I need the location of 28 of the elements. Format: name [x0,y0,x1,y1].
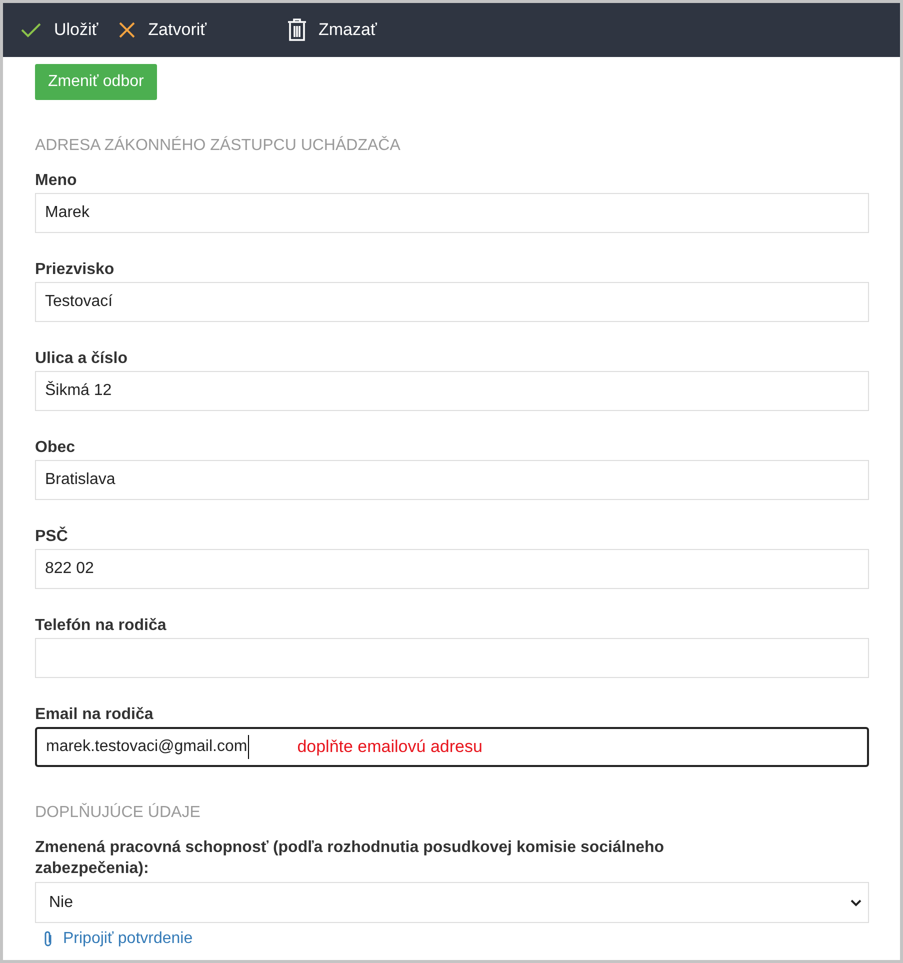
paperclip-icon [43,930,53,948]
input-field[interactable]: Šikmá 12 [35,371,869,411]
close-button[interactable]: Zatvoriť [116,13,209,47]
field-label: Obec [35,438,76,458]
trash-icon [286,18,307,42]
field-label: PSČ [35,526,69,547]
attach-link[interactable]: Pripojiť potvrdenie [43,928,193,950]
field-label: Telefón na rodiča [35,616,168,636]
section-heading: ADRESA ZÁKONNÉHO ZÁSTUPCU UCHÁDZAČA [35,135,402,156]
field-label: Meno [35,171,78,191]
section-heading: DOPLŇUJÚCE ÚDAJE [35,802,202,823]
delete-button[interactable]: Zmazať [284,13,379,47]
save-button[interactable]: Uložiť [18,13,100,47]
check-icon [20,21,42,39]
field-label: Ulica a číslo [35,349,128,369]
error-message: doplňte emailovú adresu [297,736,482,758]
input-field[interactable] [35,638,869,678]
input-field[interactable]: Marek [35,193,869,233]
field-label: Zmenená pracovná schopnosť (podľa rozhodnutia posudkovej komisie sociálneho zabezpečenia): [35,838,666,879]
field-label: Email na rodiča [35,705,154,725]
input-field[interactable]: Testovací [35,282,869,322]
input-field[interactable]: 822 02 [35,549,869,589]
field-label: Priezvisko [35,260,116,280]
input-field[interactable]: Bratislava [35,460,869,500]
close-icon [118,21,136,39]
chevron-down-icon [850,898,862,906]
input-field[interactable]: marek.testovaci@gmail.com doplňte emailovú adresu [35,727,869,767]
select-field[interactable]: Nie [35,882,869,923]
